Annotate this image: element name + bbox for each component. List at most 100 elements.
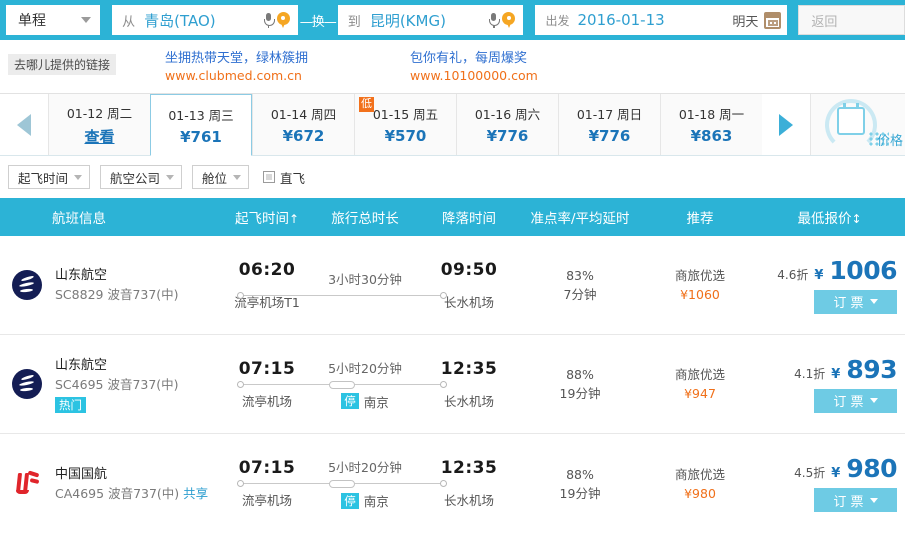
sort-toggle-icon: ↕ [851, 212, 862, 226]
column-header-arrival: 降落时间 [442, 211, 496, 227]
column-header-price[interactable]: 最低报价↕ [754, 207, 905, 227]
previous-dates-arrow-icon[interactable] [17, 113, 31, 136]
sponsored-link-2[interactable]: 包你有礼，每周爆奖 www.10100000.com [410, 50, 538, 85]
ad-provider-label: 去哪儿提供的链接 [8, 54, 117, 75]
sponsored-link-2-url[interactable]: www.10100000.com [410, 67, 538, 85]
book-button[interactable]: 订 票 [814, 388, 897, 413]
swap-cities-button[interactable]: —换— [298, 11, 338, 30]
departure-date-label: 出发 [545, 13, 570, 28]
microphone-icon[interactable] [489, 12, 501, 28]
duration-cell: 5小时20分钟 停 南京 [237, 457, 447, 510]
trip-type-select[interactable]: 单程 [6, 5, 101, 35]
flight-row[interactable]: 山东航空 SC8829 波音737(中) 06:20 流亭机场T1 3小时30分… [0, 236, 905, 335]
air-china-logo [12, 467, 46, 501]
map-pin-icon[interactable] [276, 12, 290, 28]
recommend-cell[interactable]: 商旅优选 ¥947 [646, 365, 754, 403]
flight-number: SC8829 波音737(中) [55, 287, 179, 302]
map-pin-icon[interactable] [502, 12, 516, 28]
flight-row[interactable]: 中国国航 CA4695 波音737(中) 共享 07:15 流亭机场 5小时20… [0, 434, 905, 533]
flight-row[interactable]: 山东航空 SC4695 波音737(中) 热门 07:15 流亭机场 5小时20… [0, 335, 905, 434]
destination-label: 到 [347, 14, 361, 30]
origin-city-field[interactable]: 从 青岛(TAO) [112, 5, 298, 35]
date-tab[interactable]: 01-16 周六 ¥776 [456, 94, 558, 155]
origin-label: 从 [122, 14, 136, 30]
recommend-price: ¥1060 [680, 287, 720, 302]
filter-departure-time[interactable]: 起飞时间 [8, 165, 91, 189]
airline-text-block: 中国国航 CA4695 波音737(中) 共享 [55, 465, 208, 503]
date-tab[interactable]: 01-13 周三 ¥761 [150, 94, 252, 156]
price-calendar-label: 价格日历 [877, 134, 905, 149]
discount-rate: 4.1折 [794, 366, 826, 381]
punctuality-cell: 88% 19分钟 [514, 465, 646, 503]
destination-city-field[interactable]: 到 昆明(KMG) [337, 5, 524, 35]
price-cell: 4.5折 ¥ 980 订 票 [754, 455, 905, 512]
stopover-marker-icon [329, 480, 355, 488]
sponsored-link-2-title[interactable]: 包你有礼，每周爆奖 [410, 50, 538, 67]
next-dates-arrow-icon[interactable] [779, 113, 793, 136]
column-header-departure-label: 起飞时间 [234, 211, 289, 227]
stopover-city: 南京 [363, 394, 389, 410]
currency-symbol: ¥ [814, 267, 824, 283]
departure-cell: 06:20 流亭机场T1 [228, 260, 306, 311]
flight-info-cell: 中国国航 CA4695 波音737(中) 共享 [0, 465, 228, 503]
price-line: 4.1折 ¥ 893 [794, 355, 897, 384]
search-bar: 单程 从 青岛(TAO) —换— 到 昆明(KMG) 出发 2016-01-13… [0, 0, 905, 40]
date-tab-label: 01-16 周六 [474, 107, 541, 122]
date-tab[interactable]: 01-14 周四 ¥672 [252, 94, 354, 155]
date-tab[interactable]: 01-12 周二 查看 [48, 94, 150, 155]
date-tab[interactable]: 01-18 周一 ¥863 [660, 94, 762, 155]
stopover-info: 停 南京 [341, 491, 389, 510]
date-tabs: 01-12 周二 查看 01-13 周三 ¥761 01-14 周四 ¥672 低 01-15… [48, 94, 762, 156]
route-line [237, 289, 447, 301]
tomorrow-shortcut[interactable]: 明天 [732, 11, 758, 30]
filter-row: 起飞时间 航空公司 舱位 直飞 [0, 156, 905, 198]
date-tab-price: ¥776 [588, 127, 631, 145]
recommend-cell[interactable]: 商旅优选 ¥980 [646, 465, 754, 503]
chevron-down-icon [233, 174, 242, 180]
sponsored-link-1-title[interactable]: 坐拥热带天堂，绿林簇拥 [165, 50, 308, 67]
flight-info-cell: 山东航空 SC4695 波音737(中) 热门 [0, 356, 228, 413]
arrival-time: 09:50 [440, 259, 498, 280]
book-button-label: 订 票 [833, 395, 864, 410]
column-header-flight-info: 航班信息 [52, 211, 106, 227]
sponsored-link-1[interactable]: 坐拥热带天堂，绿林簇拥 www.clubmed.com.cn [165, 50, 308, 85]
return-date-field[interactable]: 返回 [798, 5, 905, 35]
departure-date-field[interactable]: 出发 2016-01-13 明天 [535, 5, 788, 35]
date-tab[interactable]: 01-17 周日 ¥776 [558, 94, 660, 155]
direct-flight-checkbox[interactable]: 直飞 [263, 168, 305, 187]
filter-cabin-class[interactable]: 舱位 [192, 165, 250, 189]
airline-text-block: 山东航空 SC4695 波音737(中) 热门 [55, 356, 179, 413]
calendar-icon[interactable] [764, 11, 782, 29]
filter-airline[interactable]: 航空公司 [100, 165, 183, 189]
lowest-price: 1006 [829, 255, 897, 285]
lowest-price: 980 [846, 454, 897, 483]
date-tab-label: 01-12 周二 [66, 105, 133, 121]
column-header-departure[interactable]: 起飞时间↑ [228, 207, 306, 227]
punctuality-cell: 83% 7分钟 [514, 266, 646, 304]
recommend-price: ¥980 [684, 485, 716, 501]
stopover-city: 南京 [363, 494, 389, 509]
duration-cell: 3小时30分钟 [237, 269, 447, 301]
departure-airport: 流亭机场 [241, 393, 292, 409]
recommend-cell[interactable]: 商旅优选 ¥1060 [646, 266, 754, 304]
airline-name: 山东航空 [55, 268, 108, 283]
microphone-icon[interactable] [263, 12, 275, 28]
chevron-down-icon [869, 497, 878, 503]
price-calendar-button[interactable]: 价格日历 [810, 94, 905, 155]
price-cell: 4.1折 ¥ 893 订 票 [754, 355, 905, 413]
column-header-price-label: 最低报价 [797, 211, 852, 227]
book-button[interactable]: 订 票 [814, 488, 897, 512]
chevron-down-icon [869, 398, 878, 403]
departure-time: 06:20 [238, 259, 296, 280]
calendar-icon [837, 103, 889, 146]
previous-dates-cell [0, 94, 48, 155]
date-tab[interactable]: 低 01-15 周五 ¥570 [354, 94, 456, 155]
sponsored-link-1-url[interactable]: www.clubmed.com.cn [165, 67, 308, 85]
book-button[interactable]: 订 票 [814, 289, 897, 314]
destination-dot-icon [440, 292, 447, 299]
date-tab-label: 01-13 周三 [168, 107, 234, 123]
column-header-duration[interactable]: 旅行总时长 [306, 207, 424, 227]
shandong-airlines-logo [12, 367, 46, 401]
checkbox-icon[interactable] [263, 171, 276, 183]
date-tab-price: 查看 [84, 127, 115, 146]
